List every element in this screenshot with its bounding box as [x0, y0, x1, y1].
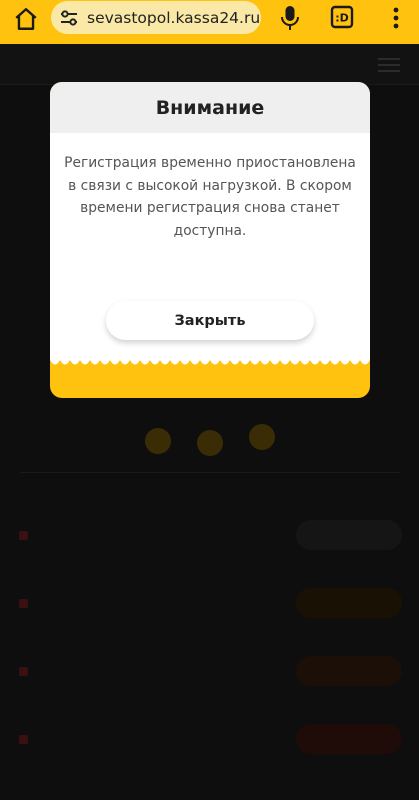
list-item: [0, 516, 419, 556]
more-icon[interactable]: [391, 6, 401, 30]
tab-count: :D: [335, 12, 349, 25]
modal-header: Внимание: [50, 82, 370, 133]
browser-toolbar: sevastopol.kassa24.ru/e :D: [0, 0, 419, 44]
loading-dot: [145, 428, 171, 454]
list-item: [0, 720, 419, 760]
modal-message: Регистрация временно приостановлена в св…: [64, 155, 356, 239]
list-item: [0, 584, 419, 624]
modal-title: Внимание: [155, 96, 265, 119]
loading-dot: [249, 424, 275, 450]
list-item: [0, 652, 419, 692]
mic-icon[interactable]: [278, 4, 302, 32]
scallop-edge: [50, 352, 370, 365]
site-header: [0, 44, 419, 85]
divider: [20, 472, 400, 473]
tabs-icon[interactable]: :D: [330, 5, 354, 29]
address-bar[interactable]: sevastopol.kassa24.ru/e: [51, 1, 261, 34]
site-settings-icon[interactable]: [59, 8, 79, 28]
loading-dot: [197, 430, 223, 456]
close-button[interactable]: Закрыть: [106, 301, 314, 340]
alert-modal: Внимание Регистрация временно приостанов…: [50, 82, 370, 398]
url-text: sevastopol.kassa24.ru/e: [87, 9, 259, 27]
menu-icon: [378, 58, 400, 72]
home-icon[interactable]: [13, 6, 39, 32]
